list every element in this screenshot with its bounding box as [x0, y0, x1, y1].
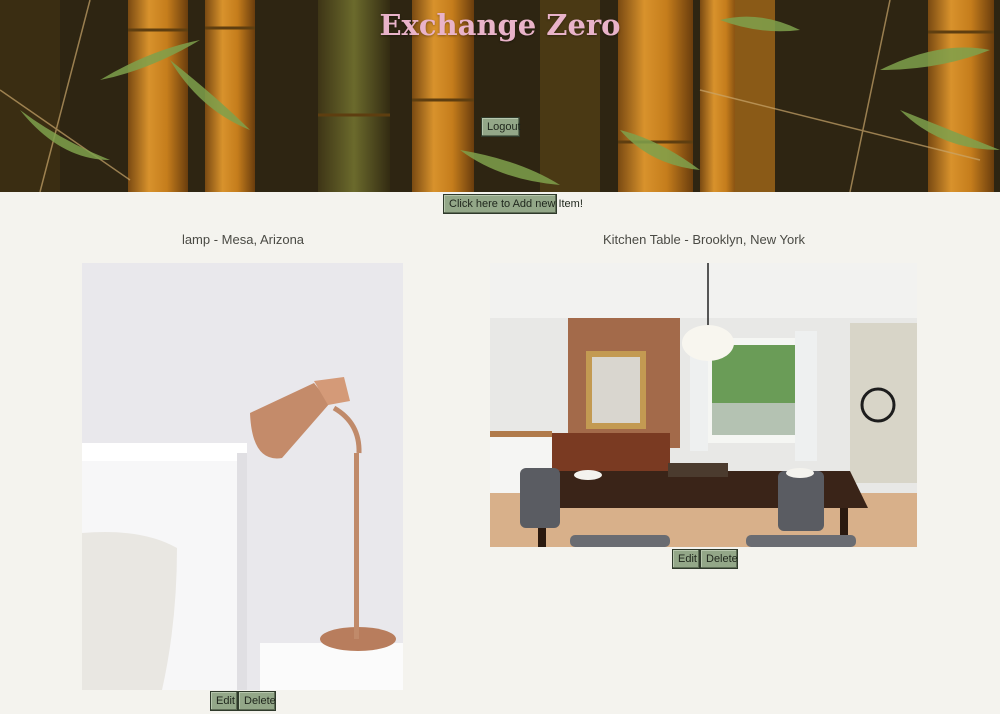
- item-edit-button[interactable]: Edit: [672, 549, 700, 569]
- item-photo-kitchen-table: [490, 263, 917, 547]
- add-item-button[interactable]: Click here to Add new Item!: [443, 194, 583, 214]
- item-edit-button[interactable]: Edit: [210, 691, 238, 711]
- item-title-lamp: lamp - Mesa, Arizona: [181, 232, 305, 247]
- item-title-kitchen-table: Kitchen Table - Brooklyn, New York: [602, 232, 806, 247]
- logout-button[interactable]: Logout: [481, 117, 521, 137]
- item-photo-lamp: [82, 263, 403, 690]
- item-delete-button[interactable]: Delete: [700, 549, 738, 569]
- site-title: Exchange Zero: [379, 8, 621, 42]
- item-delete-button[interactable]: Delete: [238, 691, 276, 711]
- hero-banner: Exchange Zero Logout: [0, 0, 1000, 192]
